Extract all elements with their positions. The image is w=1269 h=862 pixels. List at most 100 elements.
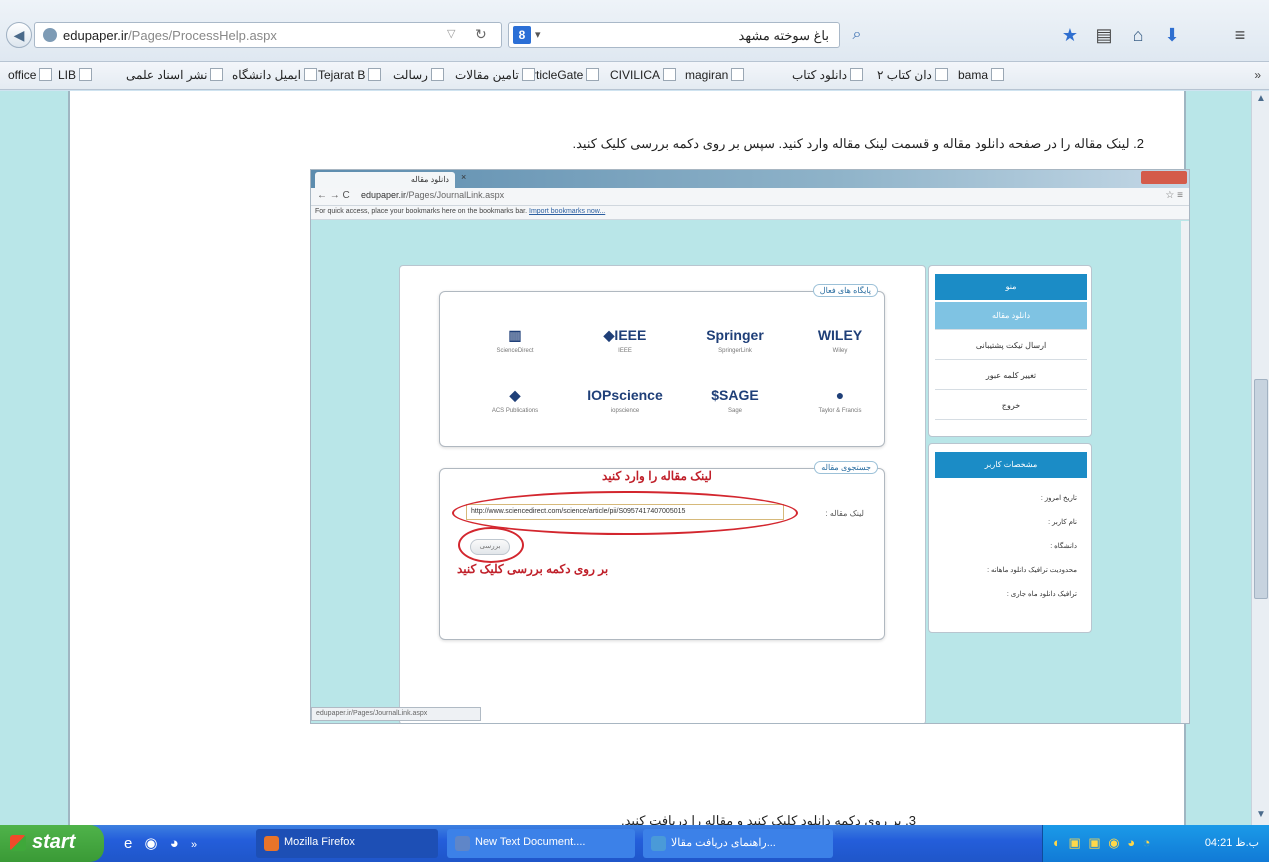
- search-input[interactable]: باغ سوخته مشهد: [739, 28, 829, 44]
- folder-icon: [210, 68, 224, 81]
- publisher-logo: WILEY: [817, 327, 863, 343]
- start-label: start: [32, 831, 76, 853]
- mail-icon: [303, 68, 317, 81]
- bookmark-6[interactable]: تامین مقالات: [455, 68, 535, 82]
- url-bar[interactable]: edupaper.ir/Pages/ProcessHelp.aspx ▽ ↻: [34, 22, 502, 48]
- notepad-icon: [455, 836, 470, 851]
- publisher-wiley: WILEY Wiley: [795, 322, 885, 354]
- bookmark-0[interactable]: bama: [958, 68, 1005, 82]
- home-icon[interactable]: ⌂: [1126, 24, 1150, 46]
- shot-bookmarks-bar: For quick access, place your bookmarks h…: [311, 206, 1189, 220]
- magiran-icon: [731, 68, 745, 81]
- quick-launch: e ◉ ◕ »: [124, 834, 197, 852]
- bookmark-5[interactable]: ArticleGate: [524, 68, 600, 82]
- civilica-icon: [663, 68, 677, 81]
- bookmark-label: رسالت: [393, 68, 428, 82]
- user-info-item-3: محدودیت ترافیک دانلود ماهانه :: [987, 567, 1077, 574]
- shot-tab-close-icon: ×: [461, 172, 467, 182]
- url-text: edupaper.ir/Pages/ProcessHelp.aspx: [63, 28, 277, 43]
- bookmark-11[interactable]: LIB: [58, 68, 93, 82]
- firefox-icon: [264, 836, 279, 851]
- start-button[interactable]: start: [0, 825, 104, 862]
- search-engine-icon[interactable]: 8: [513, 26, 531, 44]
- ie-icon[interactable]: e: [124, 835, 132, 852]
- url-history-dropdown-icon[interactable]: ▽: [447, 27, 455, 40]
- help-page-sheet: 2. لینک مقاله را در صفحه دانلود مقاله و …: [68, 91, 1190, 828]
- site-identity-icon[interactable]: [43, 28, 57, 42]
- articlegate-icon: [586, 68, 600, 81]
- embedded-screenshot: دانلود مقاله × ← → C edupaper.ir/Pages/J…: [310, 169, 1190, 724]
- tray-icons[interactable]: ◐ ▣ ▣ ◉ ◕ ◔: [1053, 835, 1153, 851]
- side-menu-header: منو: [935, 274, 1087, 300]
- publisher-logo: ◆: [509, 387, 521, 403]
- publisher-name: Sage: [727, 408, 742, 414]
- taskbar-button-label: New Text Document....: [475, 836, 586, 848]
- side-menu-item-2: تغییر کلمه عبور: [935, 362, 1087, 390]
- taskbar-button-0[interactable]: Mozilla Firefox: [256, 829, 438, 858]
- chrome-icon[interactable]: ◉: [145, 835, 158, 852]
- publisher-logo: ◆IEEE: [603, 327, 647, 343]
- clock[interactable]: 04:21 ب.ظ: [1205, 836, 1259, 849]
- page-vertical-scrollbar[interactable]: ▲ ▼: [1251, 91, 1269, 825]
- browser-toolbar: ◀ edupaper.ir/Pages/ProcessHelp.aspx ▽ ↻…: [0, 0, 1269, 62]
- folder-icon: [521, 68, 535, 81]
- page-viewport: 2. لینک مقاله را در صفحه دانلود مقاله و …: [0, 91, 1251, 828]
- bookmarks-overflow-button[interactable]: »: [1254, 68, 1261, 82]
- scrollbar-thumb[interactable]: [1254, 379, 1268, 599]
- scroll-up-arrow-icon[interactable]: ▲: [1253, 93, 1269, 107]
- bookmark-label: bama: [958, 68, 989, 82]
- active-sites-box: پایگاه های فعال ▥ ScienceDirect ◆IEEE IEEE S…: [439, 284, 885, 447]
- search-engine-dropdown-icon[interactable]: ▾: [535, 28, 541, 41]
- bookmark-8[interactable]: Tejarat B: [318, 68, 382, 82]
- bookmark-3[interactable]: magiran: [685, 68, 745, 82]
- taskbar-button-2[interactable]: راهنمای دریافت مقالا...: [643, 829, 833, 858]
- article-search-legend: جستجوی مقاله: [814, 461, 878, 474]
- publisher-name: ScienceDirect: [496, 348, 534, 354]
- bookmark-1[interactable]: دان کتاب ۲: [877, 68, 948, 82]
- bookmark-label: ایمیل دانشگاه: [232, 68, 301, 82]
- bookmark-4[interactable]: CIVILICA: [610, 68, 677, 82]
- shot-url: edupaper.ir/Pages/JournalLink.aspx: [361, 190, 505, 200]
- side-menu-item-1: ارسال تیکت پشتیبانی: [935, 332, 1087, 360]
- publisher-name: iopscience: [610, 408, 640, 414]
- menu-icon[interactable]: ≡: [1228, 24, 1252, 46]
- bookmarks-toolbar: bama دان کتاب ۲ دانلود کتاب magiran CIVILICA…: [0, 62, 1269, 90]
- bookmark-star-icon[interactable]: ★: [1058, 24, 1082, 46]
- publisher-ieee: ◆IEEE IEEE: [580, 322, 670, 354]
- bookmark-9[interactable]: ایمیل دانشگاه: [232, 68, 317, 82]
- image-viewer-icon: [651, 836, 666, 851]
- download-icon[interactable]: ⬇: [1160, 24, 1184, 46]
- folder-icon: [430, 68, 444, 81]
- green-bookmark-icon: [991, 68, 1005, 81]
- bookmark-label: دان کتاب ۲: [877, 68, 932, 82]
- user-info-header: مشخصات کاربر: [935, 452, 1087, 478]
- reload-icon[interactable]: ↻: [475, 26, 487, 43]
- quicklaunch-more-icon[interactable]: »: [191, 839, 197, 851]
- user-info-item-1: نام کاربر :: [1048, 519, 1077, 526]
- bookmarks-list-icon[interactable]: ▤: [1092, 24, 1116, 46]
- bookmark-label: نشر اسناد علمی: [126, 68, 208, 82]
- bookmark-10[interactable]: نشر اسناد علمی: [126, 68, 224, 82]
- taskbar-button-1[interactable]: New Text Document....: [447, 829, 635, 858]
- bookmark-12[interactable]: office: [8, 68, 53, 82]
- taskbar-button-label: راهنمای دریافت مقالا...: [671, 837, 776, 849]
- publisher-name: IEEE: [618, 348, 632, 354]
- back-button[interactable]: ◀: [6, 22, 32, 48]
- shot-star-menu-icon: ☆ ≡: [1165, 190, 1183, 201]
- search-bar[interactable]: 8 ▾ باغ سوخته مشهد: [508, 22, 840, 48]
- shot-user-info: مشخصات کاربر تاریخ امروز : نام کاربر : دان…: [928, 443, 1092, 633]
- bookmark-2[interactable]: دانلود کتاب: [792, 68, 864, 82]
- bookmark-7[interactable]: رسالت: [393, 68, 444, 82]
- shot-tab: دانلود مقاله: [315, 172, 455, 188]
- shot-tabstrip: دانلود مقاله ×: [311, 170, 1189, 188]
- green-bookmark-icon: [934, 68, 948, 81]
- publisher-logo: ●: [835, 387, 845, 403]
- search-icon[interactable]: ⌕: [844, 24, 870, 46]
- shot-nav-arrows-icon: ← → C: [317, 190, 350, 201]
- user-info-item-4: ترافیک دانلود ماه جاری :: [1006, 591, 1077, 598]
- publisher-logo: $SAGE: [711, 387, 759, 403]
- scroll-down-arrow-icon[interactable]: ▼: [1253, 809, 1269, 823]
- firefox-quick-icon[interactable]: ◕: [170, 835, 179, 852]
- publisher-name: SpringerLink: [718, 348, 752, 354]
- windows-flag-icon: [10, 835, 26, 851]
